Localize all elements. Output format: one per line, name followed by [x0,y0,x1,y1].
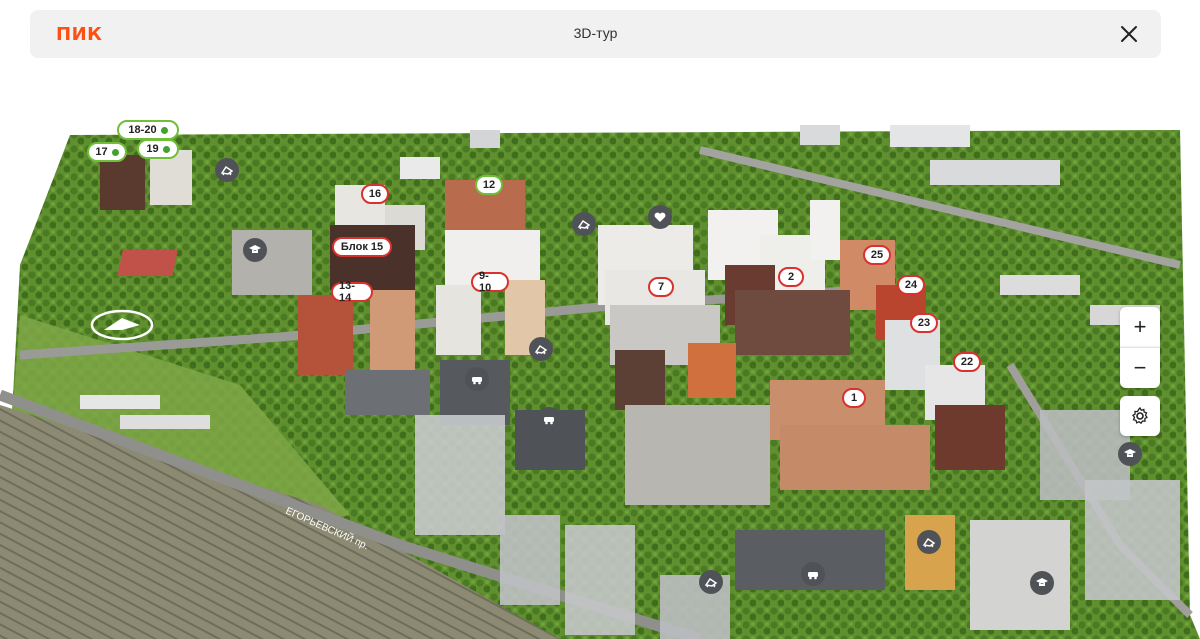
building-marker[interactable]: 16 [361,184,389,204]
kindergarten-icon[interactable] [529,337,553,361]
kindergarten-icon[interactable] [215,158,239,182]
marker-label: 17 [95,146,108,158]
school-icon[interactable] [1030,571,1054,595]
building-marker[interactable]: 17 [87,142,127,162]
building-marker[interactable]: 7 [648,277,674,297]
close-icon[interactable] [1117,22,1141,46]
marker-label: 7 [657,281,665,293]
map-scene[interactable]: ЕГОРЬЕВСКИЙ пр. [0,75,1200,639]
marker-label: Блок 15 [340,241,384,253]
gear-icon [1132,406,1148,425]
on-sale-dot-icon [162,145,170,153]
kindergarten-icon[interactable] [572,212,596,236]
building-marker[interactable]: 18-20 [117,120,179,140]
on-sale-dot-icon [160,126,168,134]
marker-label: 23 [917,317,931,329]
marker-label: 12 [482,179,496,191]
page-title: 3D-тур [573,25,618,41]
heart-icon[interactable] [648,205,672,229]
marker-label: 18-20 [128,124,157,136]
zoom-in-button[interactable]: + [1120,307,1160,347]
building-marker[interactable]: 1 [842,388,866,408]
3d-map-view[interactable]: ЕГОРЬЕВСКИЙ пр. 18-20 17 19 12 16 Блок 1… [0,75,1200,639]
marker-label: 19 [146,143,159,155]
marker-label: 24 [904,279,918,291]
settings-button[interactable] [1120,396,1160,436]
building-marker[interactable]: 2 [778,267,804,287]
marker-label: 13-14 [339,280,355,304]
kindergarten-icon[interactable] [699,570,723,594]
building-marker[interactable]: 9-10 [471,270,509,294]
marker-label: 1 [850,392,858,404]
building-marker[interactable]: 19 [137,139,179,159]
building-marker[interactable]: 13-14 [331,280,373,304]
zoom-out-button[interactable]: − [1120,347,1160,388]
top-bar: ПИК 3D-тур [30,10,1161,58]
parking-icon[interactable] [537,407,561,431]
school-icon[interactable] [1118,442,1142,466]
parking-icon[interactable] [465,367,489,391]
parking-icon[interactable] [801,562,825,586]
building-marker[interactable]: 23 [910,313,938,333]
marker-label: 25 [870,249,884,261]
marker-label: 16 [368,188,382,200]
building-marker[interactable]: Блок 15 [332,237,392,257]
kindergarten-icon[interactable] [917,530,941,554]
marker-label: 22 [960,356,974,368]
building-marker[interactable]: 25 [863,245,891,265]
building-marker[interactable]: 22 [953,352,981,372]
school-icon[interactable] [243,238,267,262]
on-sale-dot-icon [111,148,119,156]
building-marker[interactable]: 12 [475,175,503,195]
marker-label: 9-10 [479,270,492,294]
building-marker[interactable]: 24 [897,275,925,295]
marker-label: 2 [787,271,795,283]
